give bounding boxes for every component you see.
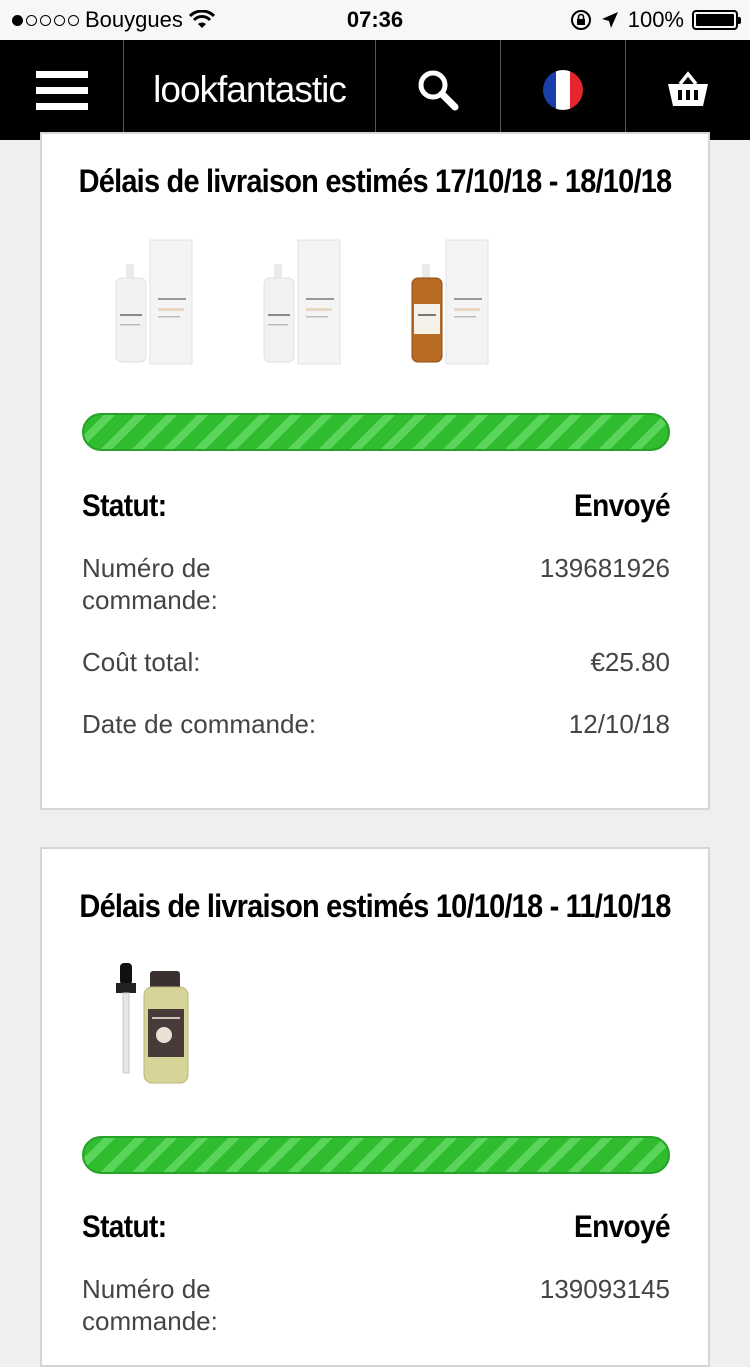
order-number-row: Numéro de commande: 139093145	[82, 1273, 670, 1337]
total-cost-label: Coût total:	[82, 647, 201, 677]
basket-icon	[668, 71, 708, 106]
logo: lookfantastic	[153, 69, 347, 110]
rotation-lock-icon	[570, 10, 591, 30]
order-date-row: Date de commande: 12/10/18	[82, 708, 670, 740]
order-number-row: Numéro de commande: 139681926	[82, 552, 670, 616]
france-flag-icon	[543, 70, 583, 110]
status-row: Statut: Envoyé	[82, 1209, 671, 1244]
product-images	[110, 234, 510, 366]
status-bar: Bouygues 07:36 100%	[0, 0, 750, 40]
hamburger-icon	[35, 70, 88, 110]
delivery-estimate-title: Délais de livraison estimés 10/10/18 - 1…	[79, 889, 671, 925]
menu-button[interactable]	[0, 40, 124, 140]
product-image[interactable]	[258, 234, 362, 366]
status-label: Statut:	[82, 1209, 167, 1244]
locale-button[interactable]	[501, 40, 626, 140]
order-number-value: 139681926	[539, 553, 670, 583]
status-row: Statut: Envoyé	[82, 488, 671, 523]
total-cost-row: Coût total: €25.80	[82, 646, 670, 678]
order-number-label: Numéro de commande:	[82, 1274, 218, 1336]
location-arrow-icon	[601, 12, 618, 28]
top-nav: lookfantastic	[0, 40, 750, 140]
order-date-value: 12/10/18	[568, 709, 670, 739]
logo-link[interactable]: lookfantastic	[124, 40, 376, 140]
order-number-value: 139093145	[539, 1274, 670, 1304]
system-indicators: 100%	[570, 7, 741, 33]
total-cost-value: €25.80	[590, 647, 670, 677]
order-card: Délais de livraison estimés 17/10/18 - 1…	[40, 132, 710, 810]
product-image[interactable]	[110, 961, 200, 1087]
search-icon	[418, 70, 459, 111]
basket-button[interactable]	[626, 40, 750, 140]
order-card: Délais de livraison estimés 10/10/18 - 1…	[40, 847, 710, 1367]
search-button[interactable]	[376, 40, 501, 140]
delivery-progress-bar	[82, 1136, 670, 1174]
status-value: Envoyé	[574, 488, 671, 523]
product-images	[110, 961, 200, 1087]
product-image[interactable]	[110, 234, 214, 366]
battery-icon	[692, 10, 741, 30]
delivery-estimate-title: Délais de livraison estimés 17/10/18 - 1…	[78, 164, 673, 200]
battery-percent: 100%	[627, 7, 684, 32]
product-image[interactable]	[406, 234, 510, 366]
status-value: Envoyé	[574, 1209, 671, 1244]
status-label: Statut:	[82, 488, 167, 523]
delivery-progress-bar	[82, 413, 670, 451]
order-date-label: Date de commande:	[82, 709, 317, 739]
order-number-label: Numéro de commande:	[82, 553, 218, 615]
